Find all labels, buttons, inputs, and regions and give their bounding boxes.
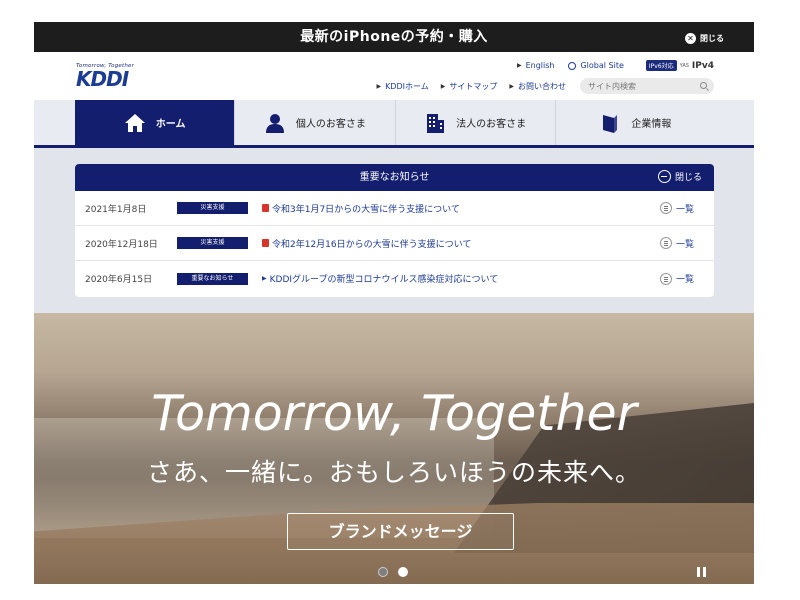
main-nav-bar: ホーム 個人のお客さま 法人のお客さま 企業情報 xyxy=(34,100,754,148)
notice-list-label: 一覧 xyxy=(676,239,695,250)
arrow-right-icon: ▶ xyxy=(516,62,522,69)
minus-circle-icon xyxy=(657,170,671,183)
notice-row: 2021年1月8日 災害支援 令和3年1月7日からの大雪に伴う支援について 一覧 xyxy=(75,191,714,226)
notice-badge: 重要なお知らせ xyxy=(177,272,248,285)
promo-close-label: 閉じる xyxy=(700,33,724,43)
nav-item-business[interactable]: 法人のお客さま xyxy=(396,100,556,145)
notices-close-label: 閉じる xyxy=(674,173,702,183)
building-icon xyxy=(427,113,445,133)
important-notices-panel: 重要なお知らせ 閉じる 2021年1月8日 災害支援 令和3年1月7日からの大雪… xyxy=(75,164,714,297)
promo-bar[interactable]: 最新のiPhoneの予約・購入 ✕ 閉じる xyxy=(34,22,754,52)
nav-item-personal[interactable]: 個人のお客さま xyxy=(235,100,396,145)
brand-message-button[interactable]: ブランドメッセージ xyxy=(287,513,514,550)
kddi-home-link[interactable]: ▶ KDDIホーム xyxy=(376,81,428,92)
pdf-icon xyxy=(262,204,269,212)
notice-list-link[interactable]: 一覧 xyxy=(660,237,714,250)
sitemap-label: サイトマップ xyxy=(449,81,498,91)
ipv6-badge: IPv6対応 xyxy=(645,60,677,71)
notice-badge: 災害支援 xyxy=(177,237,248,249)
notices-title: 重要なお知らせ xyxy=(359,172,430,183)
hero-banner: Tomorrow, Together さあ、一緒に。おもしろいほうの未来へ。 ブ… xyxy=(34,313,754,584)
notice-text: KDDIグループの新型コロナウイルス感染症対応について xyxy=(269,275,499,285)
notice-list-link[interactable]: 一覧 xyxy=(660,202,714,215)
notice-badge: 災害支援 xyxy=(177,202,248,214)
site-search xyxy=(580,78,714,94)
arrow-right-icon: ▶ xyxy=(509,82,514,90)
notice-row: 2020年6月15日 重要なお知らせ ▶ KDDIグループの新型コロナウイルス感… xyxy=(75,261,714,296)
english-link[interactable]: ▶ English xyxy=(517,61,555,70)
notice-text: 令和2年12月16日からの大雪に伴う支援について xyxy=(272,239,472,250)
nav-item-corporate[interactable]: 企業情報 xyxy=(556,100,715,145)
list-icon xyxy=(660,202,672,214)
ipv6-indicator: IPv6対応 YAS IPv4 xyxy=(645,60,714,71)
carousel-dot-1[interactable] xyxy=(378,567,388,577)
site-header: Tomorrow, Together KDDI ▶ English Global… xyxy=(34,52,754,100)
nav-item-label: 個人のお客さま xyxy=(295,119,366,130)
list-icon xyxy=(660,272,672,285)
contact-link[interactable]: ▶ お問い合わせ xyxy=(509,81,566,92)
promo-title[interactable]: 最新のiPhoneの予約・購入 xyxy=(34,22,754,52)
sitemap-link[interactable]: ▶ サイトマップ xyxy=(441,81,498,92)
carousel-dots xyxy=(378,567,408,577)
browser-page: 最新のiPhoneの予約・購入 ✕ 閉じる Tomorrow, Together… xyxy=(34,22,754,584)
carousel-dot-2[interactable] xyxy=(398,567,408,577)
nav-item-label: 企業情報 xyxy=(631,119,672,130)
notice-text: 令和3年1月7日からの大雪に伴う支援について xyxy=(272,204,460,215)
hero-title: Tomorrow, Together xyxy=(151,385,637,442)
pause-icon[interactable] xyxy=(697,567,706,577)
globe-icon xyxy=(568,61,577,70)
notices-close-button[interactable]: 閉じる xyxy=(657,170,702,183)
notice-list-label: 一覧 xyxy=(676,275,695,285)
hero-subtitle: さあ、一緒に。おもしろいほうの未来へ。 xyxy=(146,458,641,487)
ipv4-text: IPv4 xyxy=(691,60,714,71)
contact-label: お問い合わせ xyxy=(518,81,566,91)
notice-list-link[interactable]: 一覧 xyxy=(660,272,714,285)
main-nav: ホーム 個人のお客さま 法人のお客さま 企業情報 xyxy=(75,100,715,148)
kddi-home-label: KDDIホーム xyxy=(385,81,429,91)
nav-item-label: ホーム xyxy=(155,119,186,130)
notice-link[interactable]: 令和2年12月16日からの大雪に伴う支援について xyxy=(262,237,660,250)
close-icon: ✕ xyxy=(685,32,696,44)
logo-wordmark: KDDI xyxy=(76,67,129,91)
notice-date: 2021年1月8日 xyxy=(85,204,147,215)
english-link-label: English xyxy=(525,61,555,70)
arrow-right-icon: ▶ xyxy=(376,82,382,90)
home-icon xyxy=(124,113,145,132)
search-input[interactable] xyxy=(580,78,690,94)
notice-list-label: 一覧 xyxy=(676,204,695,215)
notice-row: 2020年12月18日 災害支援 令和2年12月16日からの大雪に伴う支援につい… xyxy=(75,226,714,261)
person-icon xyxy=(265,113,284,133)
promo-close-button[interactable]: ✕ 閉じる xyxy=(685,31,724,45)
notice-date: 2020年6月15日 xyxy=(85,275,153,285)
book-icon xyxy=(603,114,618,133)
nav-item-home[interactable]: ホーム xyxy=(75,100,236,148)
search-icon[interactable] xyxy=(700,82,707,89)
nav-item-label: 法人のお客さま xyxy=(456,119,527,130)
notice-link[interactable]: 令和3年1月7日からの大雪に伴う支援について xyxy=(262,202,660,215)
notices-header: 重要なお知らせ 閉じる xyxy=(75,164,714,191)
ipv6-small-text: YAS xyxy=(679,62,689,69)
global-site-link[interactable]: Global Site xyxy=(568,61,624,70)
utility-links-top: ▶ English Global Site IPv6対応 YAS IPv4 xyxy=(517,60,714,71)
utility-links-bottom: ▶ KDDIホーム ▶ サイトマップ ▶ お問い合わせ xyxy=(376,78,714,94)
notice-link[interactable]: ▶ KDDIグループの新型コロナウイルス感染症対応について xyxy=(262,272,660,285)
arrow-right-icon: ▶ xyxy=(262,275,267,282)
list-icon xyxy=(660,237,672,249)
global-site-label: Global Site xyxy=(580,61,624,70)
kddi-logo[interactable]: Tomorrow, Together KDDI xyxy=(76,63,138,93)
pdf-icon xyxy=(262,239,269,247)
notice-date: 2020年12月18日 xyxy=(85,239,158,250)
arrow-right-icon: ▶ xyxy=(440,82,446,90)
